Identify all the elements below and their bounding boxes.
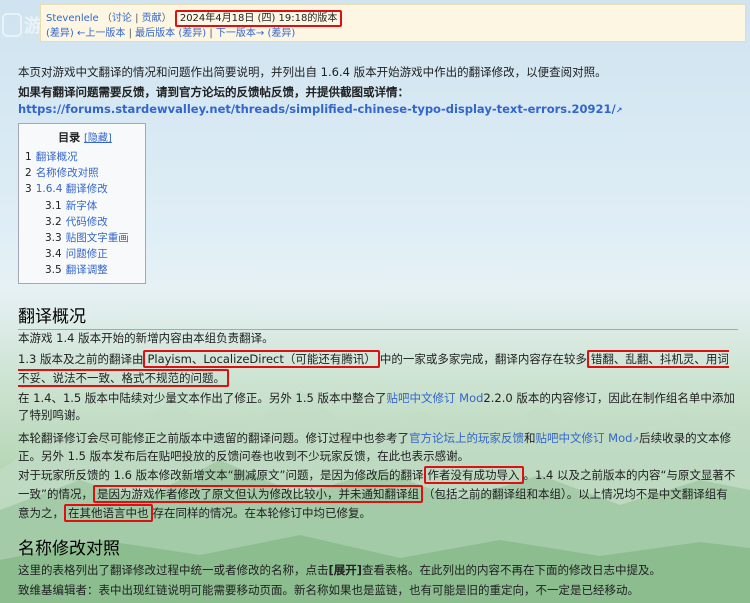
text-span: 1.3 版本及之前的翻译由 — [18, 352, 144, 366]
feedback-notice: 如果有翻译问题需要反馈，请到官方论坛的反馈帖反馈，并提供截图或详情： https:… — [18, 84, 738, 119]
watermark-icon — [2, 13, 22, 37]
toc-num: 1 — [25, 151, 32, 163]
toc-heading: 目录 — [58, 131, 81, 144]
author-link[interactable]: Stevenlele — [46, 13, 99, 24]
highlight-not-notified: 是因为游戏作者修改了原文但认为修改比较小，并未通知翻译组 — [92, 485, 423, 503]
toc-item[interactable]: 3.3 贴图文字重画 — [25, 230, 145, 246]
overview-paragraph-4: 本轮翻译修订会尽可能修正之前版本中遗留的翻译问题。修订过程中也参考了官方论坛上的… — [18, 430, 738, 465]
toc-num: 3.3 — [45, 232, 62, 245]
feedback-url-link[interactable]: https://forums.stardewvalley.net/threads… — [18, 102, 616, 116]
toc-link[interactable]: 新字体 — [66, 200, 98, 212]
toc-link[interactable]: 代码修改 — [66, 216, 108, 228]
toc-item[interactable]: 3.2 代码修改 — [25, 214, 145, 230]
text-span: 查看表格。在此列出的内容不再在下面的修改日志中提及。 — [362, 563, 662, 577]
toc-item[interactable]: 3.1 新字体 — [25, 198, 145, 214]
names-paragraph-1: 这里的表格列出了翻译修改过程中统一或者修改的名称，点击[展开]查看表格。在此列出… — [18, 562, 738, 579]
table-of-contents: 目录 [隐藏] 1 翻译概况 2 名称修改对照 3 1.6.4 翻译修改 3.1 新字体… — [18, 123, 146, 284]
overview-paragraph-2: 1.3 版本及之前的翻译由 Playism、LocalizeDirect（可能还有… — [18, 350, 738, 388]
text-span: 存在同样的情况。在本轮修订中均已修复。 — [152, 506, 372, 520]
toc-num: 3.5 — [45, 264, 62, 277]
highlight-other-languages: 在其他语言中也 — [64, 504, 153, 522]
toc-item[interactable]: 3.5 翻译调整 — [25, 262, 145, 278]
revision-notice: Stevenlele （讨论 | 贡献） 2024年4月18日 (四) 19:1… — [40, 4, 746, 42]
prev-revision-link[interactable]: ←上一版本 — [77, 28, 125, 39]
toc-item[interactable]: 3 1.6.4 翻译修改 — [25, 181, 145, 197]
revision-date: 2024年4月18日 (四) 19:18的版本 — [174, 10, 343, 27]
toc-item[interactable]: 1 翻译概况 — [25, 149, 145, 165]
expand-label: [展开] — [328, 563, 363, 577]
toc-hide-toggle[interactable]: [隐藏] — [84, 133, 112, 144]
text-span: 中的一家或多家完成，翻译内容存在较多 — [379, 352, 587, 366]
toc-link[interactable]: 贴图文字重画 — [66, 232, 129, 244]
toc-num: 3.1 — [45, 199, 62, 212]
toc-link[interactable]: 名称修改对照 — [36, 167, 99, 179]
toc-title: 目录 [隐藏] — [25, 129, 145, 145]
text-span: 和 — [524, 431, 536, 445]
next-revision-link[interactable]: 下一版本→ — [216, 28, 264, 39]
toc-num: 3 — [25, 183, 32, 196]
section-heading-overview: 翻译概况 — [18, 302, 738, 330]
toc-link[interactable]: 翻译调整 — [66, 264, 108, 276]
overview-paragraph-3: 在 1.4、1.5 版本中陆续对少量文本作出了修正。另外 1.5 版本中整合了贴… — [18, 390, 738, 424]
intro-text: 本页对游戏中文翻译的情况和问题作出简要说明，并列出自 1.6.4 版本开始游戏中… — [18, 65, 607, 79]
next-diff-link[interactable]: (差异) — [267, 28, 295, 39]
toc-num: 3.4 — [45, 248, 62, 261]
highlight-import-failed: 作者没有成功导入 — [423, 466, 524, 484]
feedback-text: 如果有翻译问题需要反馈，请到官方论坛的反馈帖反馈，并提供截图或详情： — [18, 85, 409, 99]
talk-link[interactable]: 讨论 — [112, 13, 132, 24]
overview-paragraph-5: 对于玩家所反馈的 1.6 版本修改新增文本“删减原文”问题，是因为修改后的翻译作… — [18, 466, 738, 523]
text-span: 本轮翻译修订会尽可能修正之前版本中遗留的翻译问题。修订过程中也参考了 — [18, 431, 409, 445]
tieba-mod-link[interactable]: 贴吧中文修订 Mod — [387, 391, 484, 405]
tieba-mod-link-2[interactable]: 贴吧中文修订 Mod — [536, 431, 633, 445]
toc-item[interactable]: 3.4 问题修正 — [25, 246, 145, 262]
separator: | — [128, 28, 132, 39]
separator: | — [209, 28, 213, 39]
latest-diff-link[interactable]: (差异) — [178, 28, 206, 39]
highlight-translators: Playism、LocalizeDirect（可能还有腾讯） — [143, 350, 380, 368]
wiki-page: 游研社 Stevenlele （讨论 | 贡献） 2024年4月18日 (四) … — [0, 0, 750, 603]
toc-link[interactable]: 问题修正 — [66, 248, 108, 260]
names-paragraph-2: 致维基编辑者：表中出现红链说明可能需要移动页面。新名称如果也是蓝链，也有可能是旧… — [18, 583, 639, 597]
toc-item[interactable]: 2 名称修改对照 — [25, 165, 145, 181]
diff-link[interactable]: (差异) — [46, 28, 74, 39]
overview-paragraph-1: 本游戏 1.4 版本开始的新增内容由本组负责翻译。 — [18, 331, 274, 345]
toc-num: 2 — [25, 167, 32, 180]
text-span: 对于玩家所反馈的 1.6 版本修改新增文本“删减原文”问题，是因为修改后的翻译 — [18, 468, 424, 482]
toc-link[interactable]: 翻译概况 — [36, 151, 78, 163]
text-span: 这里的表格列出了翻译修改过程中统一或者修改的名称，点击 — [18, 563, 329, 577]
text-span: 在 1.4、1.5 版本中陆续对少量文本作出了修正。另外 1.5 版本中整合了 — [18, 391, 387, 405]
external-link-icon: ↗ — [615, 106, 623, 115]
contribs-link[interactable]: 贡献 — [142, 13, 162, 24]
toc-num: 3.2 — [45, 215, 62, 228]
forum-feedback-link[interactable]: 官方论坛上的玩家反馈 — [409, 431, 524, 445]
latest-revision-link[interactable]: 最后版本 — [135, 28, 175, 39]
section-heading-names: 名称修改对照 — [18, 534, 738, 562]
toc-link[interactable]: 1.6.4 翻译修改 — [36, 183, 108, 195]
